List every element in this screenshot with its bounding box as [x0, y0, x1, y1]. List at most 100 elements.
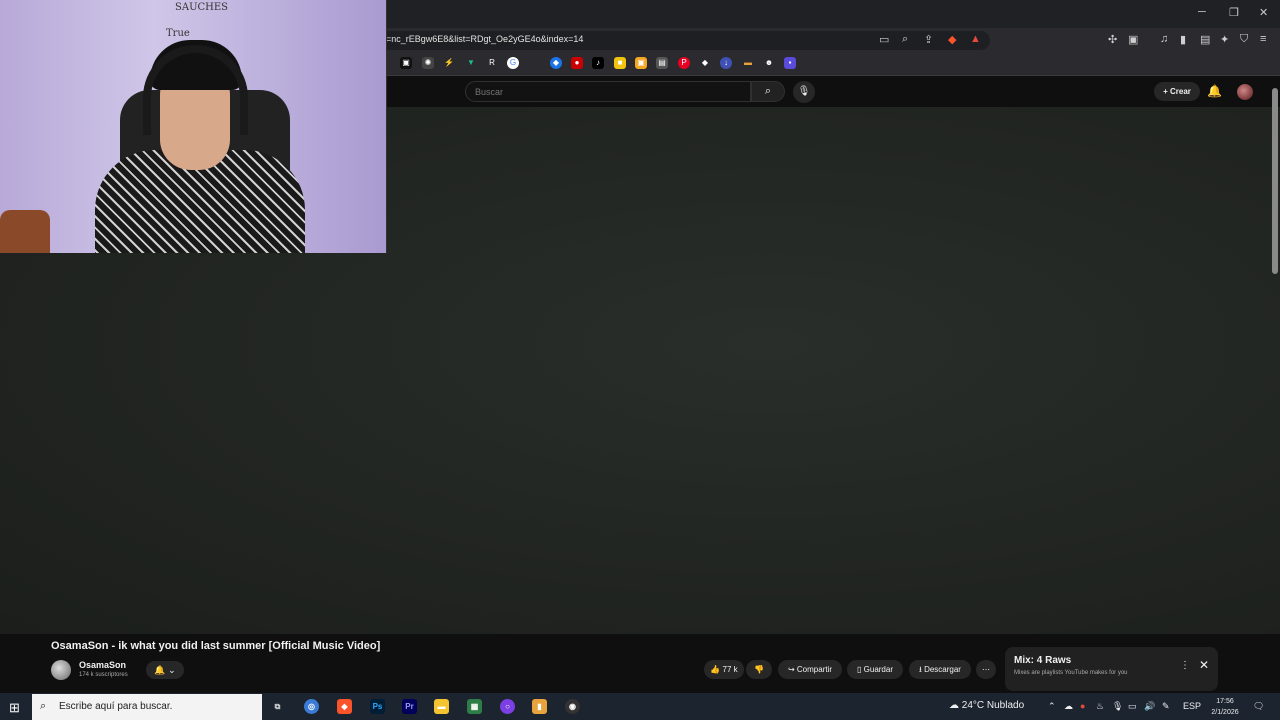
url-text[interactable]: =nc_rEBgw6E8&list=RDgt_Oe2yGE4o&index=14	[386, 34, 583, 44]
brave-taskbar-icon[interactable]: ◆	[337, 699, 352, 714]
tray-pen-icon[interactable]: ✎	[1162, 701, 1170, 712]
tray-cloud-icon[interactable]: ☁	[1064, 701, 1073, 712]
microsoft-store-icon[interactable]: ▦	[467, 699, 482, 714]
share-icon: ↪	[787, 665, 795, 674]
bookmark-orange-icon[interactable]: ▣	[635, 57, 647, 69]
taskbar-search-text[interactable]: Escribe aquí para buscar.	[59, 701, 172, 712]
search-box[interactable]	[465, 81, 751, 102]
screenshot-icon[interactable]: ▣	[1128, 33, 1138, 46]
channel-name[interactable]: OsamaSon	[79, 660, 126, 670]
subscription-bell-button[interactable]: 🔔 ⌄	[146, 661, 184, 679]
photoshop-icon[interactable]: Ps	[370, 699, 385, 714]
brave-shields-icon[interactable]: ◆	[948, 33, 956, 46]
taskbar-search-icon: ⌕	[40, 700, 47, 712]
restore-button[interactable]: ❐	[1229, 6, 1239, 19]
voice-search-button[interactable]: 🎙	[793, 81, 815, 103]
tray-mic-icon[interactable]: 🎙	[1112, 701, 1123, 712]
like-button[interactable]: 👍 77 k	[704, 660, 744, 679]
search-icon: ⌕	[764, 85, 772, 97]
weather-widget[interactable]: ☁ 24°C Nublado	[949, 700, 1024, 711]
download-icon: ⭳	[919, 665, 922, 674]
bookmark-vuejs-icon[interactable]: ▼	[465, 57, 477, 69]
windows-start-icon[interactable]: ⊞	[9, 700, 20, 716]
sidebar-icon[interactable]: ▮	[1180, 33, 1186, 46]
bookmark-capcut-icon[interactable]: ▣	[400, 57, 412, 69]
webcam-overlay: SAUCHES True	[0, 0, 387, 253]
save-label: Guardar	[863, 665, 893, 674]
circle-app-icon[interactable]: ○	[500, 699, 515, 714]
create-label: Crear	[1170, 87, 1191, 96]
tray-chevron-up-icon[interactable]: ⌃	[1048, 701, 1056, 712]
clock-date: 2/1/2026	[1211, 709, 1239, 716]
bookmark-google-icon[interactable]: G	[507, 57, 519, 69]
subscriber-count: 174 k suscriptores	[79, 672, 128, 678]
decor-vase	[0, 210, 50, 253]
wall-doodle-text: SAUCHES	[175, 2, 229, 13]
download-label: Descargar	[924, 665, 961, 674]
tray-network-icon[interactable]: ▭	[1128, 701, 1137, 712]
download-button[interactable]: ⭳ Descargar	[909, 660, 971, 679]
mix-subtitle: Mixes are playlists YouTube makes for yo…	[1014, 670, 1128, 676]
like-count: 77 k	[722, 665, 738, 674]
menu-icon[interactable]: ≡	[1260, 33, 1266, 45]
bookmark-pinterest-icon[interactable]: P	[678, 57, 690, 69]
obs-icon[interactable]: ◉	[565, 699, 580, 714]
language-indicator[interactable]: ESP	[1183, 701, 1201, 711]
bookmark-shield-icon[interactable]: ◆	[550, 57, 562, 69]
copilot-icon[interactable]: ◎	[304, 699, 319, 714]
bookmark-tiktok-icon[interactable]: ♪	[592, 57, 604, 69]
thumbs-down-icon: 👎	[754, 665, 764, 674]
mix-more-icon[interactable]: ⋮	[1180, 660, 1190, 671]
bell-icon: 🔔	[154, 665, 166, 675]
task-view-icon[interactable]: ⧉	[270, 699, 285, 714]
tray-steam-icon[interactable]: ♨	[1096, 701, 1104, 712]
tray-red-app-icon[interactable]: ●	[1080, 701, 1085, 711]
zoom-icon[interactable]: ⌕	[902, 33, 908, 46]
bookmark-diamond-icon[interactable]: ◆	[699, 57, 711, 69]
mix-close-icon[interactable]: ✕	[1199, 658, 1209, 672]
bookmark-blue-icon[interactable]: ↓	[720, 57, 732, 69]
search-button[interactable]: ⌕	[751, 81, 785, 102]
bookmark-yellow-icon[interactable]: ■	[614, 57, 626, 69]
bookmark-gray-icon[interactable]: ▤	[656, 57, 668, 69]
share-page-icon[interactable]: ⇪	[924, 33, 933, 46]
dislike-button[interactable]: 👎	[746, 660, 772, 679]
bookmark-bolt-icon[interactable]: ⚡	[443, 57, 455, 69]
bookmark-r-icon[interactable]: R	[486, 57, 498, 69]
account-avatar[interactable]	[1237, 84, 1253, 100]
notifications-icon[interactable]: 🗨	[1253, 701, 1264, 712]
channel-avatar[interactable]	[51, 660, 71, 680]
brave-rewards-icon[interactable]: ▲	[970, 33, 981, 45]
tray-volume-icon[interactable]: 🔊	[1144, 701, 1155, 712]
media-icon[interactable]: ♫	[1160, 33, 1168, 45]
extensions-icon[interactable]: ✣	[1108, 33, 1117, 46]
fl-studio-icon[interactable]: ▮	[532, 699, 547, 714]
bookmark-red-icon[interactable]: ●	[571, 57, 583, 69]
search-input[interactable]	[466, 82, 750, 102]
notifications-bell-icon[interactable]: 🔔	[1207, 84, 1222, 98]
leo-ai-icon[interactable]: ✦	[1220, 33, 1229, 46]
more-actions-button[interactable]: ⋯	[976, 660, 996, 679]
wallet-icon[interactable]: ▤	[1200, 33, 1210, 46]
scrollbar-thumb[interactable]	[1272, 88, 1278, 274]
vpn-icon[interactable]: ⛉	[1240, 33, 1248, 46]
share-label: Compartir	[796, 665, 833, 674]
cast-icon[interactable]: ▭	[879, 33, 889, 46]
save-button[interactable]: ▯ Guardar	[847, 660, 903, 679]
bookmark-purple-icon[interactable]: ▪	[784, 57, 796, 69]
bookmark-chatgpt-icon[interactable]: ✺	[422, 57, 434, 69]
create-button[interactable]: + Crear	[1154, 82, 1200, 101]
close-window-button[interactable]: ✕	[1259, 6, 1268, 19]
bookmark-discord-icon[interactable]: ☻	[763, 57, 775, 69]
thumbs-up-icon: 👍	[710, 665, 721, 674]
video-title: OsamaSon - ik what you did last summer […	[51, 640, 381, 652]
minimize-button[interactable]: ─	[1198, 6, 1206, 18]
microphone-icon: 🎙	[797, 86, 811, 97]
bookmark-icon: ▯	[857, 665, 862, 674]
bookmark-car-icon[interactable]: ▬	[742, 57, 754, 69]
premiere-icon[interactable]: Pr	[402, 699, 417, 714]
share-button[interactable]: ↪ Compartir	[778, 660, 842, 679]
mix-title[interactable]: Mix: 4 Raws	[1014, 655, 1071, 666]
file-explorer-icon[interactable]: ▬	[434, 699, 449, 714]
taskbar-clock[interactable]: 17:56 2/1/2026	[1205, 696, 1245, 718]
